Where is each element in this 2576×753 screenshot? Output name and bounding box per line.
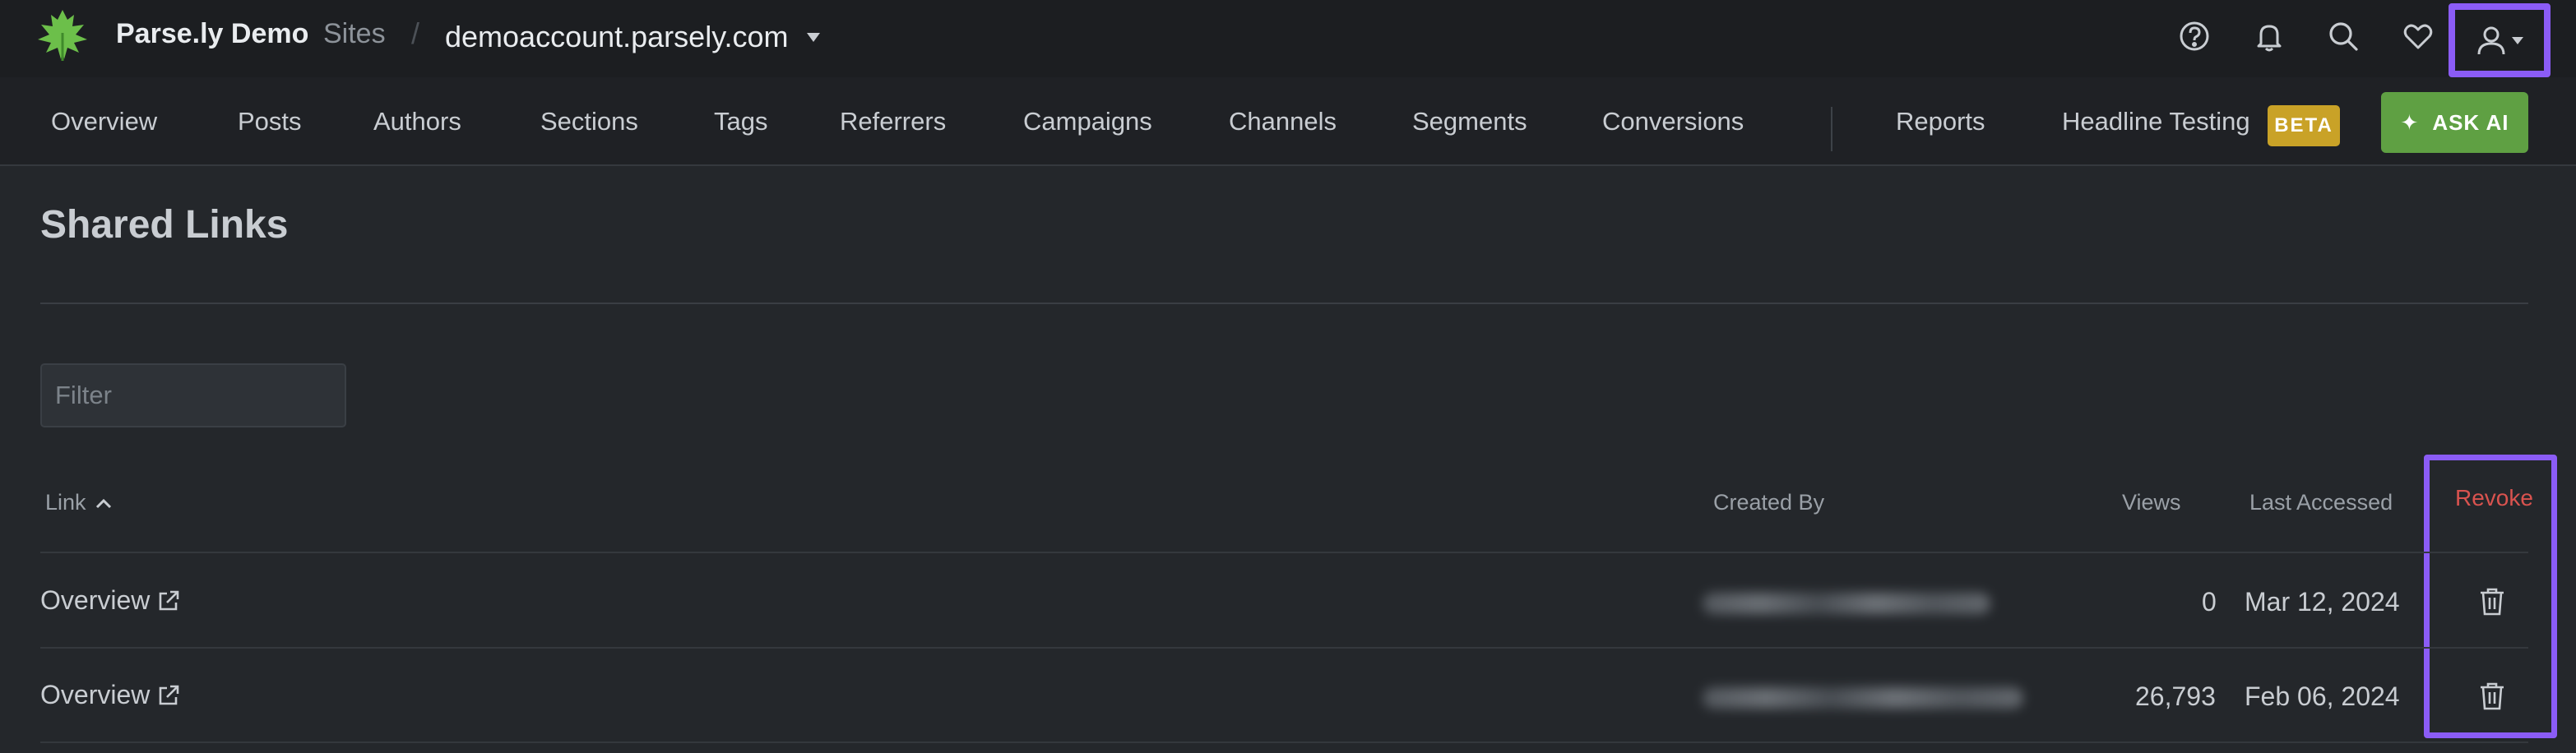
- sparkle-icon: ✦: [2400, 109, 2420, 135]
- sites-link[interactable]: Sites: [323, 18, 386, 50]
- shared-link[interactable]: Overview: [40, 680, 181, 710]
- divider: [40, 303, 2528, 304]
- top-bar: Parse.ly Demo Sites / demoaccount.parsel…: [0, 0, 2576, 77]
- trash-icon[interactable]: [2477, 681, 2507, 712]
- row-divider: [40, 647, 2528, 649]
- chevron-down-icon: [806, 32, 820, 42]
- ask-ai-button[interactable]: ✦ ASK AI: [2381, 92, 2528, 153]
- nav-overview[interactable]: Overview: [51, 107, 157, 136]
- views-value: 26,793: [2135, 681, 2216, 711]
- brand-name[interactable]: Parse.ly Demo: [116, 18, 308, 50]
- help-icon[interactable]: [2176, 18, 2212, 54]
- shared-link-label: Overview: [40, 585, 151, 615]
- chevron-down-icon: [2512, 36, 2523, 44]
- nav-divider: [1831, 107, 1832, 151]
- filter-input[interactable]: [40, 363, 346, 427]
- ask-ai-label: ASK AI: [2432, 109, 2509, 135]
- bell-icon[interactable]: [2251, 18, 2287, 54]
- column-header-link-label: Link: [45, 490, 86, 515]
- nav-tags[interactable]: Tags: [714, 107, 767, 136]
- column-header-created-by[interactable]: Created By: [1713, 490, 1824, 515]
- user-menu-button[interactable]: [2449, 3, 2551, 77]
- nav-sections[interactable]: Sections: [540, 107, 638, 136]
- site-selector[interactable]: demoaccount.parsely.com: [445, 16, 820, 58]
- nav-posts[interactable]: Posts: [238, 107, 302, 136]
- created-by-redacted: [1703, 593, 1990, 614]
- nav-referrers[interactable]: Referrers: [840, 107, 946, 136]
- trash-icon[interactable]: [2477, 586, 2507, 617]
- nav-channels[interactable]: Channels: [1229, 107, 1337, 136]
- nav-headline-testing[interactable]: Headline Testing: [2062, 107, 2250, 136]
- page-title: Shared Links: [40, 203, 289, 247]
- chevron-up-icon: [95, 498, 111, 508]
- user-icon: [2477, 26, 2505, 55]
- nav-reports[interactable]: Reports: [1896, 107, 1985, 136]
- search-icon[interactable]: [2325, 18, 2361, 54]
- site-name: demoaccount.parsely.com: [445, 20, 789, 53]
- nav-segments[interactable]: Segments: [1412, 107, 1527, 136]
- row-divider: [40, 552, 2528, 553]
- breadcrumb-separator: /: [411, 16, 420, 50]
- last-accessed-value: Feb 06, 2024: [2245, 681, 2400, 711]
- shared-link[interactable]: Overview: [40, 585, 181, 616]
- column-header-link[interactable]: Link: [45, 490, 113, 515]
- parsely-logo-icon[interactable]: [36, 8, 89, 62]
- last-accessed-value: Mar 12, 2024: [2245, 587, 2400, 617]
- row-divider: [40, 741, 2528, 743]
- created-by-redacted: [1703, 687, 2023, 709]
- column-header-last-accessed[interactable]: Last Accessed: [2249, 490, 2393, 515]
- external-link-icon: [160, 685, 179, 704]
- nav-authors[interactable]: Authors: [373, 107, 461, 136]
- heart-icon[interactable]: [2400, 18, 2436, 54]
- external-link-icon: [160, 590, 179, 610]
- shared-link-label: Overview: [40, 680, 151, 709]
- main-nav: Overview Posts Authors Sections Tags Ref…: [0, 77, 2576, 166]
- nav-conversions[interactable]: Conversions: [1602, 107, 1744, 136]
- nav-campaigns[interactable]: Campaigns: [1023, 107, 1152, 136]
- beta-badge: BETA: [2268, 105, 2340, 146]
- column-header-views[interactable]: Views: [2122, 490, 2181, 515]
- views-value: 0: [2202, 587, 2217, 617]
- column-header-revoke: Revoke: [2455, 485, 2533, 510]
